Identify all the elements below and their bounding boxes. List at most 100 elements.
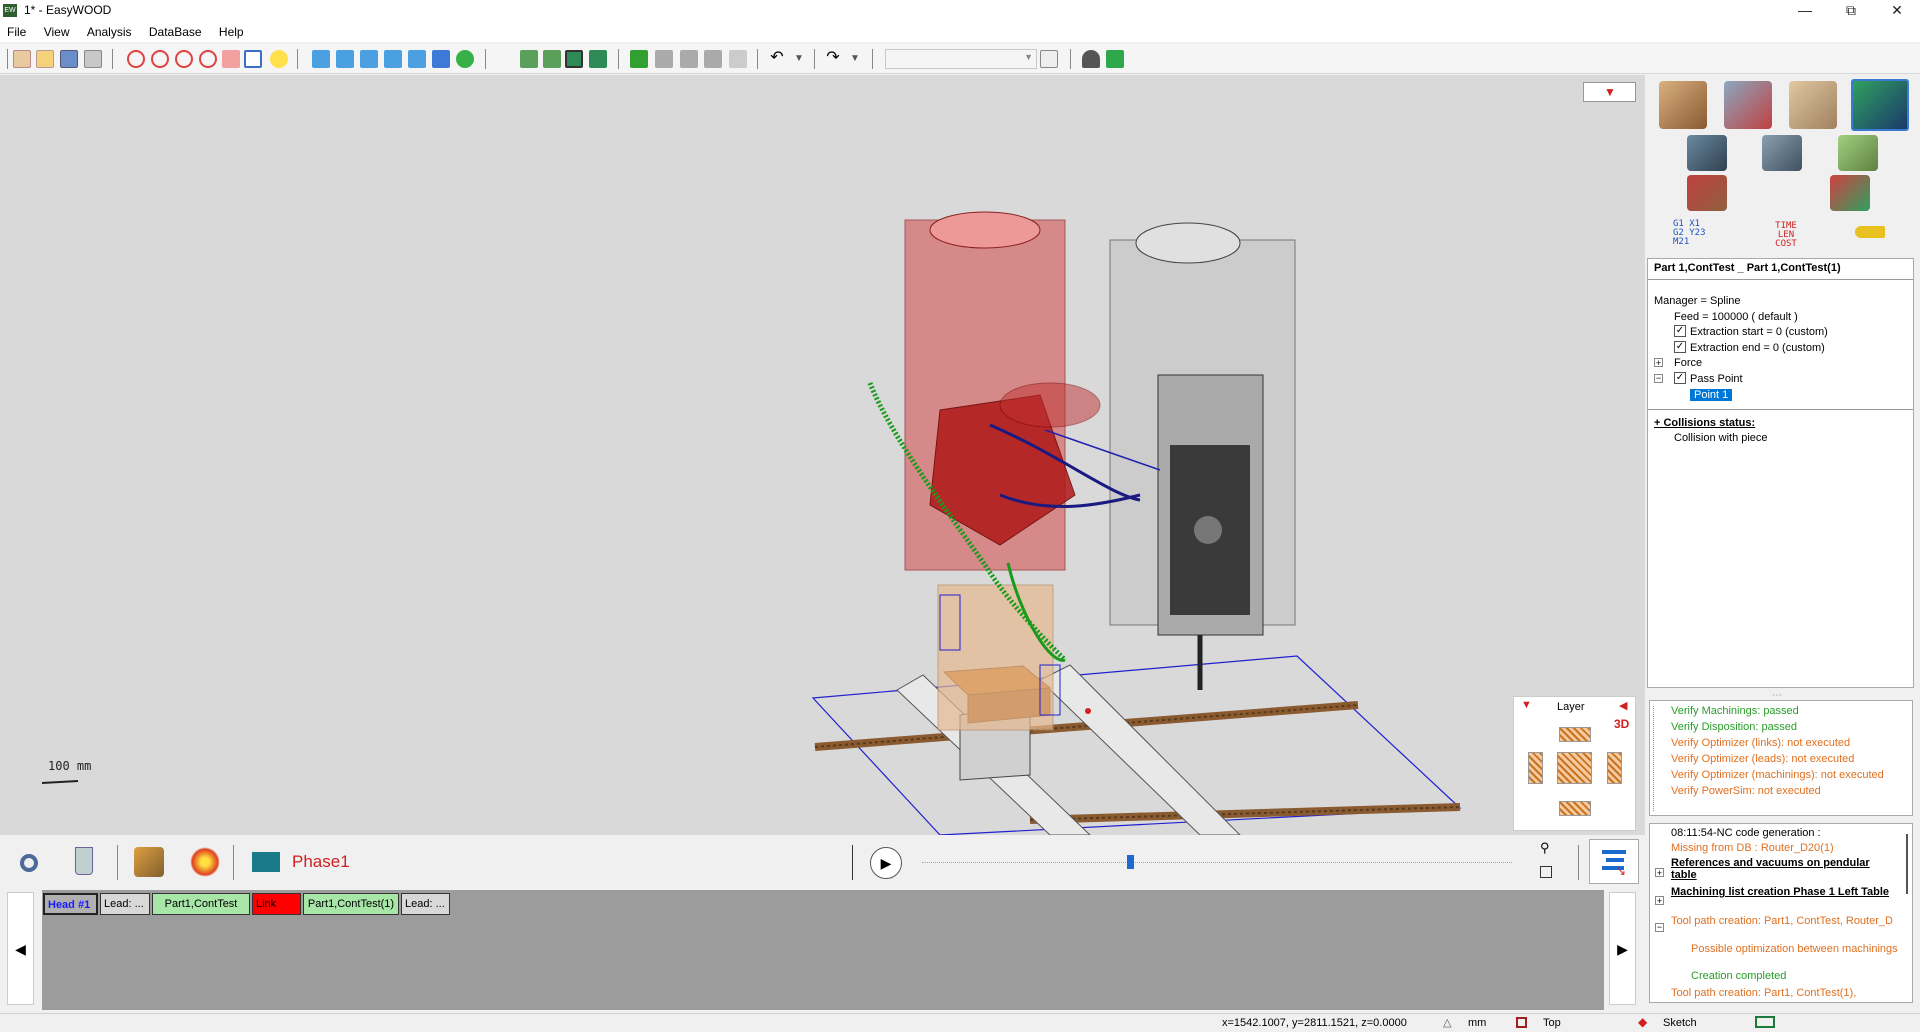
layer-front-face[interactable] — [1557, 752, 1592, 784]
settings-gear-icon[interactable] — [20, 854, 38, 872]
view-right-icon[interactable] — [408, 50, 426, 68]
cut-icon[interactable] — [704, 50, 722, 68]
play-button[interactable]: ▶ — [870, 847, 902, 879]
extraction-start-checkbox[interactable]: ✓ — [1674, 325, 1686, 337]
copy-icon[interactable] — [1040, 50, 1058, 68]
layer-bottom-face[interactable] — [1559, 801, 1591, 816]
pass-point-checkbox[interactable]: ✓ — [1674, 372, 1686, 384]
menu-help[interactable]: Help — [212, 22, 251, 39]
nc-code-icon[interactable]: G1 X1 G2 Y23 M21 — [1673, 220, 1713, 247]
menu-database[interactable]: DataBase — [142, 22, 209, 39]
save-icon[interactable] — [60, 50, 78, 68]
machining-icon[interactable] — [1724, 81, 1772, 129]
timeline-head-chip[interactable]: Head #1 — [43, 893, 98, 915]
selection-combo[interactable]: ▼ — [885, 49, 1037, 69]
timeline-machining-chip[interactable]: Part1,ContTest — [152, 893, 250, 915]
user-icon[interactable] — [1082, 50, 1100, 68]
tool-icon[interactable] — [680, 50, 698, 68]
shade-hidden-icon[interactable] — [543, 50, 561, 68]
collisions-title[interactable]: + Collisions status: — [1654, 417, 1755, 429]
log-expand-icon[interactable]: + — [1655, 868, 1664, 878]
3d-viewport[interactable]: 100 mm ▼ ▼ Layer ◀ 3D — [0, 75, 1645, 835]
timeline-track[interactable]: Head #1 Lead: ... Part1,ContTest Link Pa… — [42, 890, 1604, 1010]
undo-dropdown-icon[interactable]: ▼ — [790, 50, 808, 68]
minimize-button[interactable]: — — [1782, 0, 1828, 22]
simulation-slider-track[interactable] — [922, 862, 1512, 863]
layout-icon[interactable] — [1755, 1016, 1775, 1028]
explode-icon[interactable] — [190, 847, 220, 877]
view-left-icon[interactable] — [384, 50, 402, 68]
simulation-slider-thumb[interactable] — [1127, 855, 1134, 869]
menu-view[interactable]: View — [37, 22, 77, 39]
layer-collapse-icon[interactable]: ▼ — [1521, 699, 1532, 711]
gantt-view-button[interactable]: ↘ — [1589, 839, 1639, 884]
new-file-icon[interactable] — [13, 50, 31, 68]
log-expand-icon[interactable]: + — [1655, 896, 1664, 906]
path-editor-icon[interactable] — [1851, 79, 1909, 131]
layer-3d-toggle[interactable]: 3D — [1614, 717, 1629, 731]
zoom-all-icon[interactable] — [199, 50, 217, 68]
time-cost-icon[interactable]: TIME LEN COST — [1766, 222, 1806, 249]
timeline-lead-chip[interactable]: Lead: ... — [100, 893, 150, 915]
pan-hand-icon[interactable] — [222, 50, 240, 68]
zoom-window-icon[interactable] — [127, 50, 145, 68]
phase-tool-icon[interactable] — [134, 847, 164, 877]
report-icon[interactable] — [729, 50, 747, 68]
view-top-icon[interactable] — [432, 50, 450, 68]
mode-label[interactable]: Sketch — [1663, 1017, 1697, 1029]
timeline-prev-button[interactable]: ◀ — [7, 892, 34, 1005]
timeline-machining-chip[interactable]: Part1,ContTest(1) — [303, 893, 399, 915]
view-label[interactable]: Top — [1543, 1017, 1561, 1029]
log-collapse-icon[interactable]: − — [1655, 923, 1664, 932]
timeline-link-chip[interactable]: Link — [252, 893, 301, 915]
view-bottom-icon[interactable] — [456, 50, 474, 68]
layer-top-face[interactable] — [1559, 727, 1591, 742]
timeline-next-button[interactable]: ▶ — [1609, 892, 1636, 1005]
mail-icon[interactable] — [1106, 50, 1124, 68]
restore-button[interactable]: ⧉ — [1828, 0, 1874, 22]
menu-file[interactable]: File — [0, 22, 33, 39]
view-iso-icon[interactable] — [312, 50, 330, 68]
menu-analysis[interactable]: Analysis — [80, 22, 139, 39]
fit-view-icon[interactable] — [1540, 866, 1552, 878]
zoom-out-icon[interactable] — [175, 50, 193, 68]
piece-icon[interactable] — [1659, 81, 1707, 129]
shade-solid-icon[interactable] — [565, 50, 583, 68]
force-expand-icon[interactable]: + — [1654, 358, 1663, 368]
redo-icon[interactable]: ↷ — [824, 50, 842, 68]
key-icon[interactable] — [1855, 226, 1885, 238]
stack-icon[interactable] — [1838, 135, 1878, 171]
view-back-icon[interactable] — [360, 50, 378, 68]
machine-icon[interactable] — [655, 50, 673, 68]
lightbulb-icon[interactable] — [270, 50, 288, 68]
layer-left-face[interactable] — [1528, 752, 1543, 784]
pass-point-collapse-icon[interactable]: − — [1654, 374, 1663, 383]
panel-icon[interactable] — [1789, 81, 1837, 129]
recycle-bin-icon[interactable] — [75, 847, 93, 875]
point-1-item[interactable]: Point 1 — [1690, 389, 1733, 401]
open-file-icon[interactable] — [36, 50, 54, 68]
close-button[interactable]: ✕ — [1874, 0, 1920, 22]
view-front-icon[interactable] — [336, 50, 354, 68]
redo-dropdown-icon[interactable]: ▼ — [846, 50, 864, 68]
phase-label[interactable]: Phase1 — [292, 852, 350, 872]
layer-right-face[interactable] — [1607, 752, 1622, 784]
toolbox-icon[interactable] — [1762, 135, 1802, 171]
units-label[interactable]: mm — [1468, 1017, 1486, 1029]
undo-icon[interactable]: ↶ — [768, 50, 786, 68]
optimize-icon[interactable] — [1687, 175, 1727, 211]
layer-expand-icon[interactable]: ◀ — [1619, 699, 1627, 712]
phase-table-icon[interactable] — [252, 852, 280, 872]
zoom-slider-icon[interactable]: ⚲ — [1540, 840, 1550, 856]
shade-wire-icon[interactable] — [520, 50, 538, 68]
rect-select-icon[interactable] — [630, 50, 648, 68]
print-icon[interactable] — [84, 50, 102, 68]
log-scrollbar[interactable] — [1906, 834, 1908, 894]
shade-transparent-icon[interactable] — [589, 50, 607, 68]
timeline-lead-chip[interactable]: Lead: ... — [401, 893, 450, 915]
nesting-icon[interactable] — [1830, 175, 1870, 211]
measure-icon[interactable] — [244, 50, 262, 68]
extraction-end-checkbox[interactable]: ✓ — [1674, 341, 1686, 353]
view-menu-button[interactable]: ▼ — [1583, 82, 1636, 102]
machine-setup-icon[interactable] — [1687, 135, 1727, 171]
